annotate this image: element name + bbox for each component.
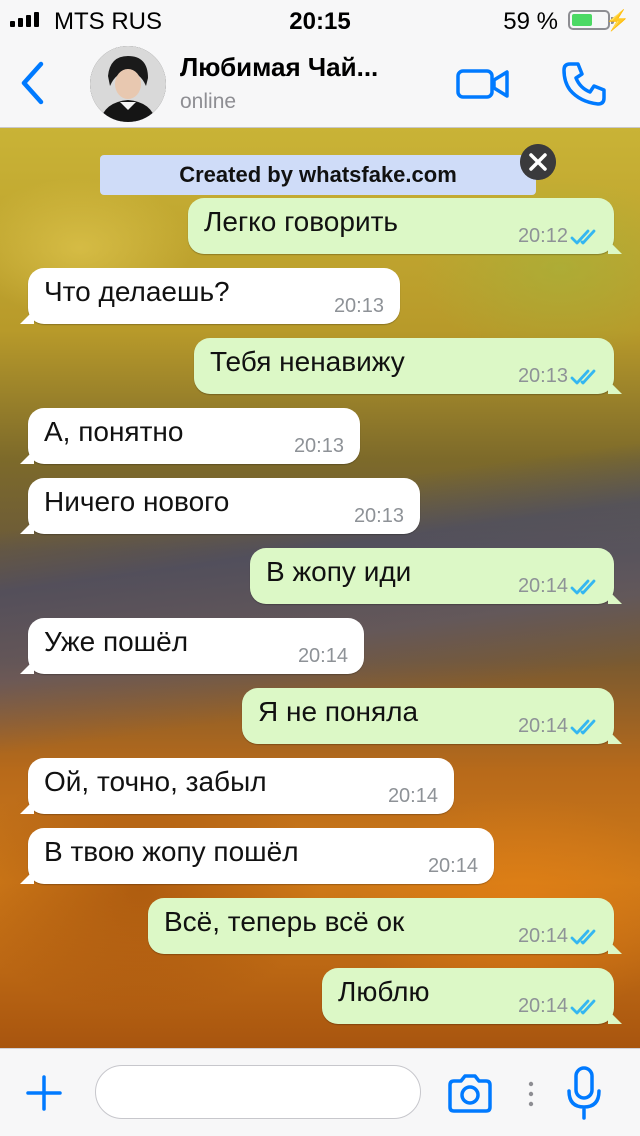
read-receipt-icon xyxy=(570,929,596,945)
incoming-message-bubble[interactable]: В твою жопу пошёл 20:14 xyxy=(20,828,494,884)
outgoing-message-bubble[interactable]: Я не поняла 20:14 xyxy=(242,688,622,744)
input-bar xyxy=(0,1048,640,1136)
message-timestamp: 20:13 xyxy=(353,505,404,527)
contact-name[interactable]: Любимая Чай... xyxy=(180,52,378,83)
microphone-icon[interactable] xyxy=(566,1065,602,1121)
close-icon[interactable] xyxy=(520,144,556,180)
charging-bolt-icon: ⚡ xyxy=(605,10,630,32)
message-timestamp: 20:14 xyxy=(517,715,568,737)
chat-header: Любимая Чай... online xyxy=(0,40,640,128)
incoming-message-bubble[interactable]: А, понятно 20:13 xyxy=(20,408,360,464)
outgoing-message-bubble[interactable]: Всё, теперь всё ок 20:14 xyxy=(148,898,622,954)
message-timestamp: 20:14 xyxy=(517,575,568,597)
plus-icon[interactable] xyxy=(24,1073,64,1113)
phone-icon[interactable] xyxy=(560,60,608,108)
message-text: В жопу иди xyxy=(266,556,412,587)
more-dots-icon[interactable] xyxy=(528,1081,534,1107)
contact-avatar[interactable] xyxy=(90,46,166,122)
message-timestamp: 20:14 xyxy=(517,925,568,947)
camera-icon[interactable] xyxy=(446,1073,494,1113)
watermark-banner: Created by whatsfake.com xyxy=(100,155,536,195)
read-receipt-icon xyxy=(570,229,596,245)
message-input[interactable] xyxy=(95,1065,421,1119)
outgoing-message-bubble[interactable]: Люблю 20:14 xyxy=(322,968,622,1024)
incoming-message-bubble[interactable]: Что делаешь? 20:13 xyxy=(20,268,400,324)
incoming-message-bubble[interactable]: Ой, точно, забыл 20:14 xyxy=(20,758,454,814)
back-chevron-icon[interactable] xyxy=(14,58,50,108)
message-text: Что делаешь? xyxy=(44,276,230,307)
message-timestamp: 20:14 xyxy=(297,645,348,667)
message-timestamp: 20:13 xyxy=(333,295,384,317)
watermark-text: Created by whatsfake.com xyxy=(179,162,457,187)
incoming-message-bubble[interactable]: Ничего нового 20:13 xyxy=(20,478,420,534)
message-timestamp: 20:14 xyxy=(427,855,478,877)
message-text: А, понятно xyxy=(44,416,184,447)
read-receipt-icon xyxy=(570,719,596,735)
message-timestamp: 20:14 xyxy=(517,995,568,1017)
message-text: Ой, точно, забыл xyxy=(44,766,267,797)
message-text: Всё, теперь всё ок xyxy=(164,906,405,937)
message-text: Тебя ненавижу xyxy=(210,346,405,377)
message-timestamp: 20:13 xyxy=(517,365,568,387)
message-timestamp: 20:12 xyxy=(517,225,568,247)
message-text: В твою жопу пошёл xyxy=(44,836,299,867)
incoming-message-bubble[interactable]: Уже пошёл 20:14 xyxy=(20,618,364,674)
read-receipt-icon xyxy=(570,999,596,1015)
read-receipt-icon xyxy=(570,579,596,595)
video-camera-icon[interactable] xyxy=(456,66,510,102)
outgoing-message-bubble[interactable]: В жопу иди 20:14 xyxy=(250,548,622,604)
message-text: Ничего нового xyxy=(44,486,230,517)
message-text: Уже пошёл xyxy=(44,626,189,657)
status-bar: MTS RUS 20:15 59 % ⚡ xyxy=(0,0,640,40)
message-text: Я не поняла xyxy=(258,696,419,727)
message-timestamp: 20:14 xyxy=(387,785,438,807)
contact-status: online xyxy=(180,90,237,113)
battery-percentage: 59 % xyxy=(503,8,558,35)
message-text: Люблю xyxy=(338,976,430,1007)
message-timestamp: 20:13 xyxy=(293,435,344,457)
message-text: Легко говорить xyxy=(204,206,399,237)
battery-icon xyxy=(568,10,614,30)
read-receipt-icon xyxy=(570,369,596,385)
outgoing-message-bubble[interactable]: Тебя ненавижу 20:13 xyxy=(194,338,622,394)
chat-background[interactable]: Пф20:12Легко говорить20:12Что делаешь?20… xyxy=(0,128,640,1048)
outgoing-message-bubble[interactable]: Легко говорить 20:12 xyxy=(188,198,622,254)
